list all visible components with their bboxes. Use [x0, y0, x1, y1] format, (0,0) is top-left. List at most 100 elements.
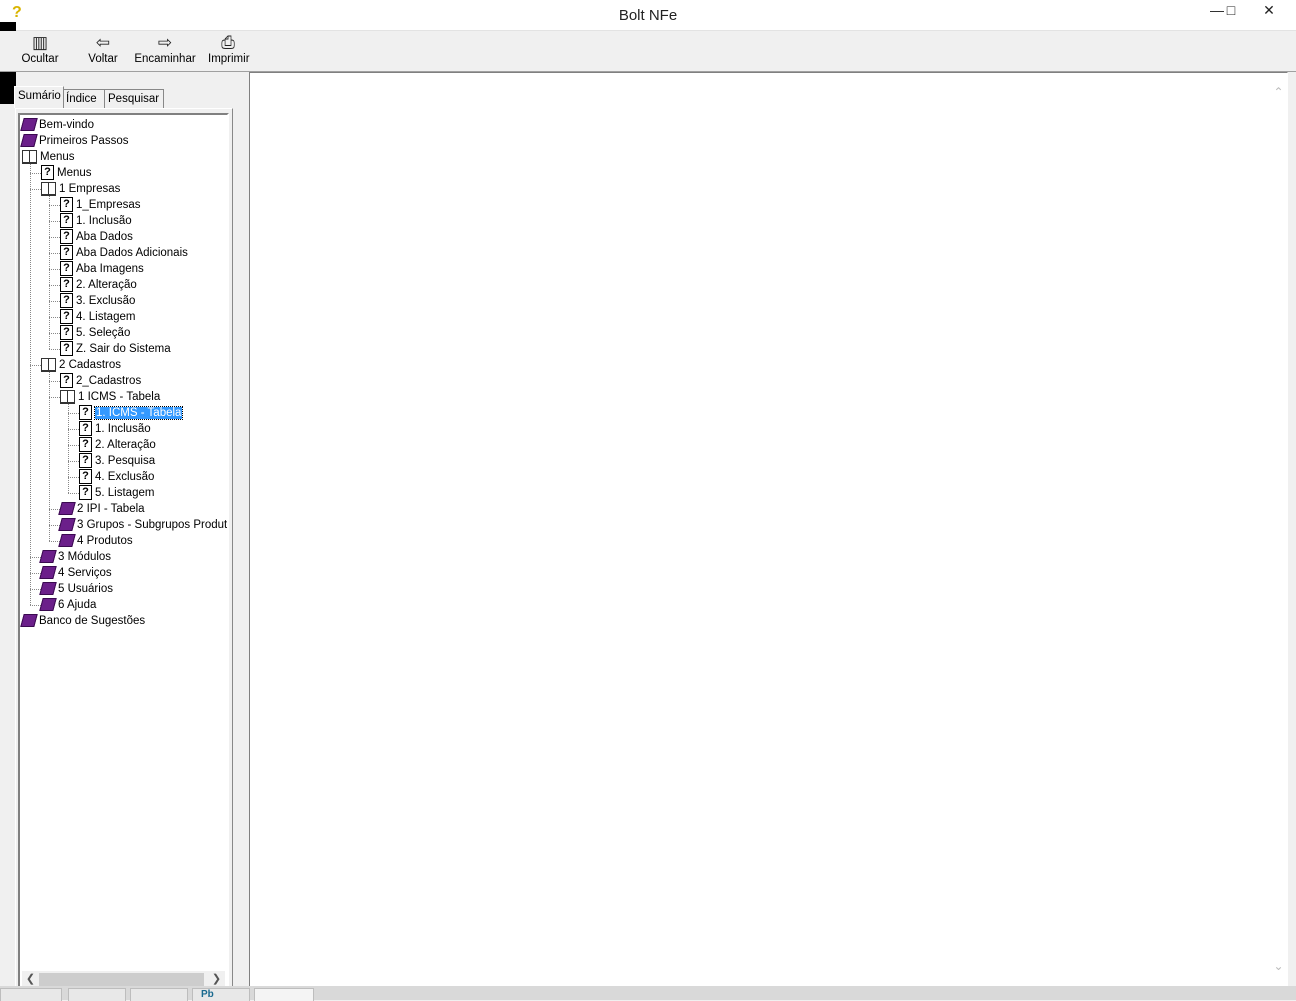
tree-connector: [49, 253, 60, 254]
tree-item[interactable]: 2 Cadastros: [41, 357, 121, 373]
tree-item[interactable]: 3. Pesquisa: [79, 453, 155, 469]
tree-item[interactable]: 5. Listagem: [79, 485, 154, 501]
tree-item-label: 2_Cadastros: [76, 375, 142, 387]
back-button[interactable]: ⇦ Voltar: [86, 33, 120, 65]
taskbar-help-button[interactable]: [254, 988, 314, 1001]
forward-label: Encaminhar: [134, 53, 196, 65]
tree-item[interactable]: Banco de Sugestões: [20, 613, 145, 629]
taskbar-app-button[interactable]: [68, 988, 126, 1001]
tree-item[interactable]: Primeiros Passos: [20, 133, 128, 149]
tree-item[interactable]: Aba Dados Adicionais: [60, 245, 188, 261]
tab-index-label: Índice: [66, 93, 97, 105]
tree-connector: [68, 413, 79, 414]
tree-item-label: 4 Produtos: [77, 535, 133, 547]
tree-item-label: 1 Empresas: [59, 183, 121, 195]
help-page-icon: [79, 405, 92, 421]
tab-search[interactable]: Pesquisar: [104, 89, 164, 108]
tree-item-label: 2. Alteração: [95, 439, 156, 451]
tree-item[interactable]: 4. Exclusão: [79, 469, 154, 485]
closed-book-icon: [20, 134, 38, 148]
close-button[interactable]: ✕: [1246, 0, 1292, 22]
closed-book-icon: [39, 598, 57, 612]
tree-item[interactable]: 3 Módulos: [39, 549, 111, 565]
tree-connector: [30, 605, 41, 606]
tree-item[interactable]: 5. Seleção: [60, 325, 130, 341]
tree-item[interactable]: 1. ICMS - Tabela: [79, 405, 184, 421]
scroll-thumb[interactable]: [39, 973, 204, 986]
taskbar-pb-button[interactable]: Pb: [192, 988, 250, 1001]
tree-item-label: 3. Exclusão: [76, 295, 136, 307]
scroll-down-icon[interactable]: ⌄: [1270, 959, 1287, 976]
tree-item[interactable]: Menus: [41, 165, 92, 181]
tree-item-label: 4. Exclusão: [95, 471, 155, 483]
tree-connector: [30, 173, 41, 174]
tree-item[interactable]: Menus: [22, 149, 75, 165]
maximize-button[interactable]: □: [1216, 0, 1246, 22]
tree-item[interactable]: 2. Alteração: [79, 437, 156, 453]
tree-connector: [49, 196, 50, 349]
tree-item-label: 5. Seleção: [76, 327, 131, 339]
tree-connector: [49, 541, 60, 542]
tree-item[interactable]: 1 ICMS - Tabela: [60, 389, 160, 405]
scroll-up-icon[interactable]: ⌃: [1270, 85, 1287, 102]
print-button[interactable]: ⎙ Imprimir: [208, 33, 250, 65]
tree-connector: [49, 269, 60, 270]
tree-connector: [68, 445, 79, 446]
tree-item-label: Bem-vindo: [39, 119, 94, 131]
tab-index[interactable]: Índice: [62, 89, 106, 108]
pane-splitter[interactable]: [240, 72, 248, 986]
open-book-icon: [22, 149, 37, 164]
tree-item[interactable]: 2. Alteração: [60, 277, 137, 293]
tree-connector: [49, 349, 60, 350]
tab-search-label: Pesquisar: [108, 93, 160, 105]
tab-summary-label: Sumário: [18, 90, 61, 102]
closed-book-icon: [20, 614, 38, 628]
vertical-scrollbar[interactable]: ⌃ ⌄: [1270, 73, 1287, 985]
tree-item[interactable]: Z. Sair do Sistema: [60, 341, 171, 357]
tree-item[interactable]: Bem-vindo: [20, 117, 94, 133]
topic-content-pane[interactable]: ⌃ ⌄: [249, 72, 1288, 988]
tree-connector: [49, 221, 60, 222]
tree-item[interactable]: 2 IPI - Tabela: [58, 501, 145, 517]
tree-item-label: 5 Usuários: [58, 583, 113, 595]
help-page-icon: [60, 341, 73, 357]
tree-item[interactable]: 5 Usuários: [39, 581, 113, 597]
contents-tree[interactable]: Bem-vindo Primeiros Passos Menus Menus 1 Emp…: [18, 113, 229, 989]
taskbar-folder-button[interactable]: [130, 988, 188, 1001]
tree-connector: [49, 525, 60, 526]
help-page-icon: [60, 245, 73, 261]
tree-connector: [30, 573, 41, 574]
tree-item[interactable]: Aba Imagens: [60, 261, 144, 277]
help-page-icon: [79, 469, 92, 485]
tree-item-label: Z. Sair do Sistema: [76, 343, 171, 355]
tree-item[interactable]: 2_Cadastros: [60, 373, 141, 389]
tree-item[interactable]: 1. Inclusão: [79, 421, 151, 437]
tree-item-label: 1. ICMS - Tabela: [93, 406, 184, 420]
tree-item[interactable]: 1 Empresas: [41, 181, 120, 197]
tree-item[interactable]: 6 Ajuda: [39, 597, 97, 613]
tree-item[interactable]: 1_Empresas: [60, 197, 141, 213]
contents-pane: Bem-vindo Primeiros Passos Menus Menus 1 Emp…: [15, 108, 233, 989]
taskbar-start-button[interactable]: [0, 988, 62, 1001]
tree-item[interactable]: Aba Dados: [60, 229, 133, 245]
tree-item[interactable]: 4 Produtos: [58, 533, 133, 549]
hide-button[interactable]: ▥ Ocultar: [20, 33, 60, 65]
tree-connector: [49, 333, 60, 334]
tree-item-label: 6 Ajuda: [58, 599, 97, 611]
tab-summary[interactable]: Sumário: [14, 86, 64, 108]
tree-item-label: Aba Dados: [76, 231, 133, 243]
forward-button[interactable]: ⇨ Encaminhar: [134, 33, 196, 65]
tree-connector: [49, 509, 60, 510]
taskbar-pb-label: Pb: [201, 989, 214, 1000]
tree-item[interactable]: 4 Serviços: [39, 565, 112, 581]
tree-item[interactable]: 1. Inclusão: [60, 213, 132, 229]
tree-item-label: Menus: [40, 151, 75, 163]
tree-item[interactable]: 4. Listagem: [60, 309, 135, 325]
hide-label: Ocultar: [21, 53, 59, 65]
tree-item[interactable]: 3. Exclusão: [60, 293, 135, 309]
closed-book-icon: [58, 518, 76, 532]
tree-item[interactable]: 3 Grupos - Subgrupos Produtos: [58, 517, 227, 533]
tree-connector: [49, 285, 60, 286]
hide-pane-icon: ▥: [31, 33, 49, 52]
tree-item-label: Aba Imagens: [76, 263, 144, 275]
